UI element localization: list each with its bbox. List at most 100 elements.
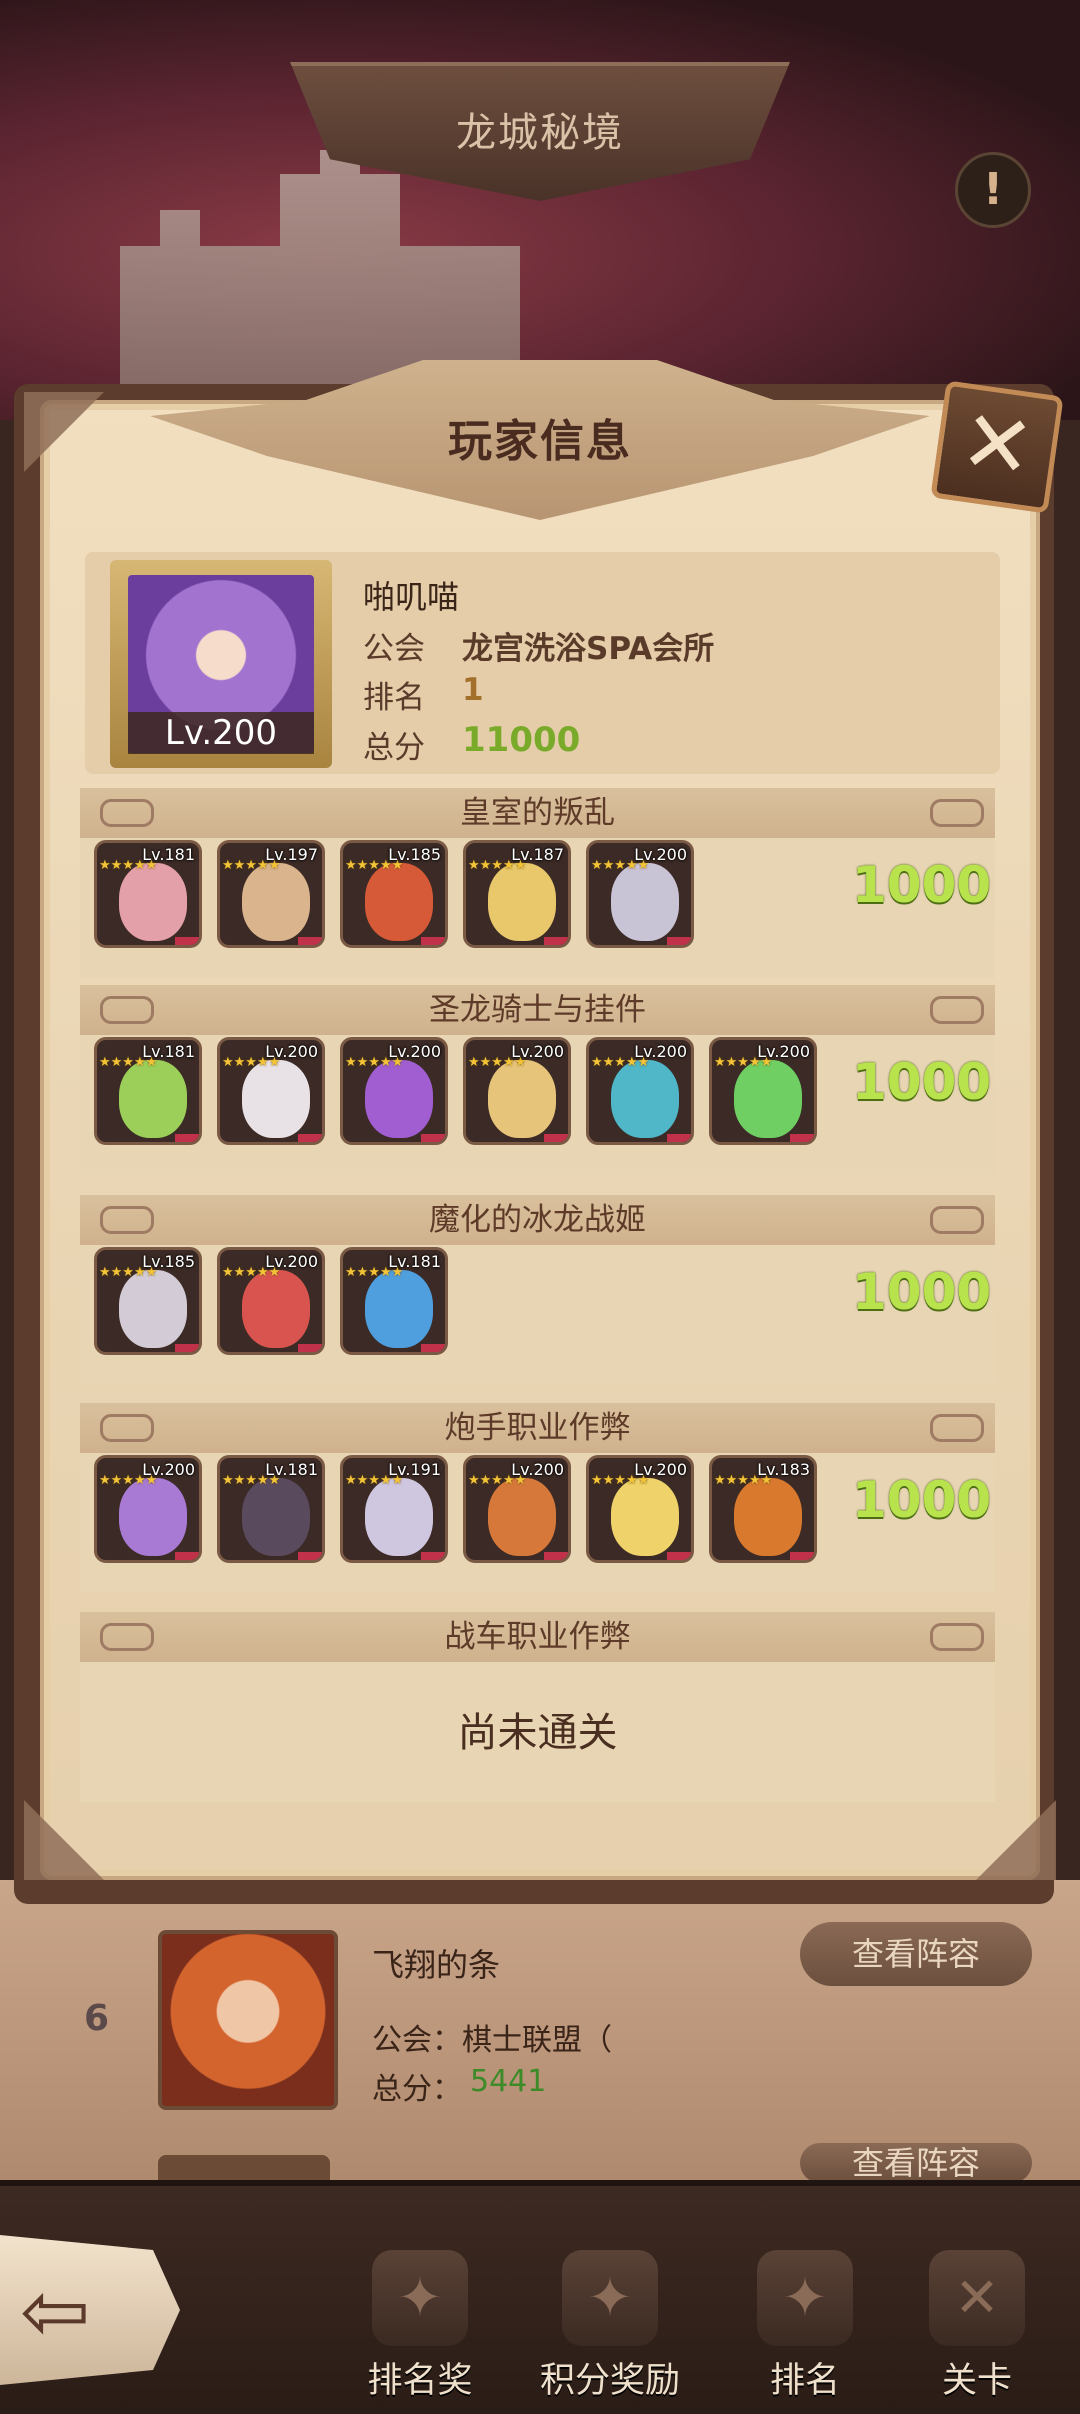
hero-portrait <box>488 863 556 941</box>
hero-level: Lv.197 <box>265 845 318 864</box>
hero-card[interactable]: ★★★★★ Lv.181 <box>340 1247 448 1355</box>
hero-card[interactable]: ★★★★★ Lv.200 <box>709 1037 817 1145</box>
hero-level: Lv.200 <box>265 1252 318 1271</box>
hero-level: Lv.181 <box>142 845 195 864</box>
info-alert-icon[interactable]: ! <box>955 152 1031 228</box>
star-rating-icon: ★★★★★ <box>99 858 158 873</box>
scroll-icon: ✦ <box>562 2250 658 2346</box>
section-title: 圣龙骑士与挂件 <box>429 992 646 1028</box>
rarity-stripe <box>421 1552 445 1560</box>
hero-portrait <box>242 1060 310 1138</box>
back-arrow-icon: ⇦ <box>20 2262 91 2360</box>
hero-card[interactable]: ★★★★★ Lv.200 <box>217 1247 325 1355</box>
section-score: 1000 <box>852 856 992 914</box>
list-rank-number: 6 <box>84 1998 110 2039</box>
nav-ranking[interactable]: ✦ 排名 <box>720 2250 890 2403</box>
hero-portrait <box>365 1478 433 1556</box>
guild-value: 龙宫洗浴SPA会所 <box>462 631 715 667</box>
hero-level: Lv.200 <box>511 1460 564 1479</box>
rarity-stripe <box>298 937 322 945</box>
section-title: 战车职业作弊 <box>444 1619 631 1655</box>
hero-card[interactable]: ★★★★★ Lv.181 <box>217 1455 325 1563</box>
view-lineup-button[interactable]: 查看阵容 <box>800 1922 1032 1986</box>
hero-card[interactable]: ★★★★★ Lv.200 <box>340 1037 448 1145</box>
rarity-stripe <box>175 1134 199 1142</box>
list-player-avatar[interactable] <box>158 1930 338 2110</box>
hero-card[interactable]: ★★★★★ Lv.185 <box>340 840 448 948</box>
star-rating-icon: ★★★★★ <box>222 1055 281 1070</box>
ranking-icon: ✦ <box>757 2250 853 2346</box>
hero-card[interactable]: ★★★★★ Lv.200 <box>586 1037 694 1145</box>
rarity-stripe <box>544 1552 568 1560</box>
hero-card[interactable]: ★★★★★ Lv.200 <box>217 1037 325 1145</box>
hero-level: Lv.191 <box>388 1460 441 1479</box>
hero-portrait <box>611 1478 679 1556</box>
hero-card[interactable]: ★★★★★ Lv.200 <box>463 1037 571 1145</box>
star-rating-icon: ★★★★★ <box>714 1473 773 1488</box>
hero-level: Lv.187 <box>511 845 564 864</box>
list-score-label: 总分： <box>372 2072 462 2107</box>
hero-portrait <box>488 1478 556 1556</box>
player-level: Lv.200 <box>128 712 314 754</box>
list-player-guild: 公会：棋士联盟（ <box>372 2023 612 2058</box>
hero-card[interactable]: ★★★★★ Lv.197 <box>217 840 325 948</box>
modal-title: 玩家信息 <box>448 416 632 467</box>
nav-stage[interactable]: ✕ 关卡 <box>892 2250 1062 2403</box>
nav-rank-reward[interactable]: ✦ 排名奖 <box>335 2250 505 2403</box>
hero-level: Lv.185 <box>388 845 441 864</box>
hero-card[interactable]: ★★★★★ Lv.191 <box>340 1455 448 1563</box>
nav-label: 排名 <box>769 2361 840 2401</box>
hero-level: Lv.200 <box>757 1042 810 1061</box>
star-rating-icon: ★★★★★ <box>591 1055 650 1070</box>
section-title: 魔化的冰龙战姬 <box>429 1202 646 1238</box>
rarity-stripe <box>175 1344 199 1352</box>
star-rating-icon: ★★★★★ <box>222 858 281 873</box>
hero-level: Lv.200 <box>388 1042 441 1061</box>
star-rating-icon: ★★★★★ <box>468 1473 527 1488</box>
section-title: 皇室的叛乱 <box>460 795 615 831</box>
rarity-stripe <box>175 1552 199 1560</box>
hero-level: Lv.183 <box>757 1460 810 1479</box>
close-button[interactable]: ✕ <box>930 380 1064 514</box>
hero-card[interactable]: ★★★★★ Lv.200 <box>586 1455 694 1563</box>
rarity-stripe <box>790 1552 814 1560</box>
hero-card[interactable]: ★★★★★ Lv.200 <box>94 1455 202 1563</box>
hero-card[interactable]: ★★★★★ Lv.181 <box>94 840 202 948</box>
hero-portrait <box>734 1478 802 1556</box>
hero-portrait <box>242 1478 310 1556</box>
star-rating-icon: ★★★★★ <box>99 1265 158 1280</box>
view-lineup-button-2[interactable]: 查看阵容 <box>800 2143 1032 2183</box>
hero-card[interactable]: ★★★★★ Lv.200 <box>463 1455 571 1563</box>
nav-points-reward[interactable]: ✦ 积分奖励 <box>525 2250 695 2403</box>
not-cleared-text: 尚未通关 <box>457 1710 618 1756</box>
hero-portrait <box>119 1478 187 1556</box>
hero-card[interactable]: ★★★★★ Lv.181 <box>94 1037 202 1145</box>
star-rating-icon: ★★★★★ <box>99 1473 158 1488</box>
score-value: 11000 <box>462 720 581 760</box>
hero-level: Lv.200 <box>634 1460 687 1479</box>
rarity-stripe <box>175 937 199 945</box>
hero-card[interactable]: ★★★★★ Lv.187 <box>463 840 571 948</box>
star-rating-icon: ★★★★★ <box>222 1473 281 1488</box>
hero-level: Lv.200 <box>511 1042 564 1061</box>
guild-label: 公会 <box>363 631 425 667</box>
star-rating-icon: ★★★★★ <box>345 858 404 873</box>
hero-card[interactable]: ★★★★★ Lv.200 <box>586 840 694 948</box>
hero-portrait <box>242 863 310 941</box>
section-score: 1000 <box>852 1263 992 1321</box>
hero-card[interactable]: ★★★★★ Lv.183 <box>709 1455 817 1563</box>
hero-portrait <box>611 863 679 941</box>
section-score: 1000 <box>852 1053 992 1111</box>
rarity-stripe <box>298 1344 322 1352</box>
page-title: 龙城秘境 <box>456 110 624 156</box>
hero-portrait <box>365 1060 433 1138</box>
rarity-stripe <box>667 1134 691 1142</box>
hero-card[interactable]: ★★★★★ Lv.185 <box>94 1247 202 1355</box>
rarity-stripe <box>790 1134 814 1142</box>
hero-portrait <box>734 1060 802 1138</box>
hero-level: Lv.181 <box>388 1252 441 1271</box>
hero-portrait <box>488 1060 556 1138</box>
nav-label: 积分奖励 <box>539 2361 680 2401</box>
hero-portrait <box>119 863 187 941</box>
trophy-icon: ✦ <box>372 2250 468 2346</box>
